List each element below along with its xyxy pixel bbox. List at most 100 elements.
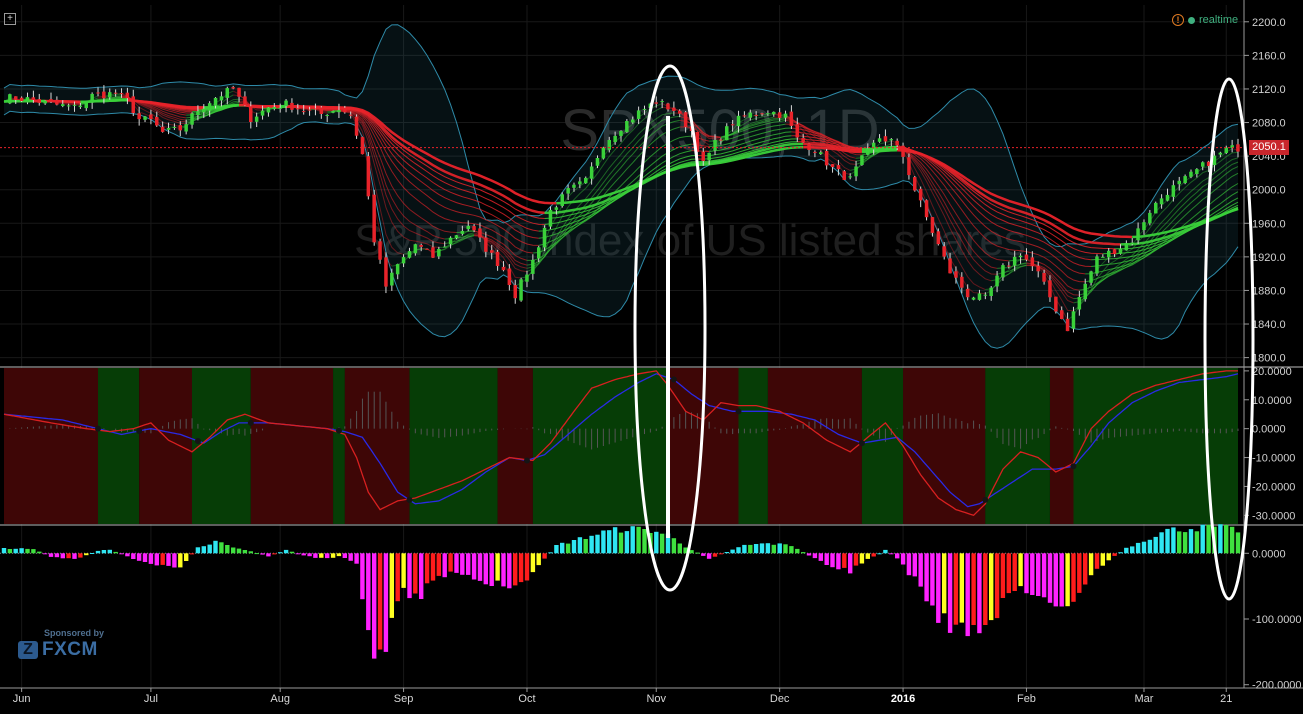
histogram-bar [490,553,494,586]
candle [331,111,335,113]
candle [425,249,429,250]
candle [1125,243,1129,250]
candle [8,94,12,103]
candle [784,114,788,118]
histogram-bar [378,553,382,649]
histogram-bar [231,548,235,554]
candle [678,111,682,114]
candle [989,288,993,296]
histogram-bar [531,553,535,572]
candle [984,295,988,296]
histogram-bar [1230,527,1234,554]
candle [942,246,946,256]
expand-icon[interactable]: + [4,13,16,25]
x-tick-label: Feb [1017,693,1036,705]
histogram-bar [425,553,429,583]
histogram-bar [1118,552,1122,553]
candle [108,92,112,97]
realtime-status: ! realtime [1172,12,1238,28]
candle [884,136,888,141]
histogram-bar [636,527,640,554]
candle [1048,280,1052,297]
candle [396,264,400,274]
histogram-bar [437,553,441,576]
histogram-bar [1201,525,1205,554]
histogram-bar [660,534,664,554]
histogram-bar [1083,553,1087,584]
histogram-panel[interactable] [0,524,1244,658]
histogram-bar [1030,553,1034,595]
candle [1154,203,1158,214]
trend-zone-bull [333,368,345,524]
histogram-bar [360,553,364,599]
candle [848,176,852,177]
histogram-bar [1183,532,1187,553]
trend-zone-bull [410,368,498,524]
candle [214,98,218,106]
candle [519,279,523,300]
candle [325,115,329,116]
histogram-bar [1007,553,1011,593]
candle [631,120,635,123]
histogram-bar [354,553,358,563]
sponsor-block[interactable]: Sponsored by Z FXCM [18,628,104,661]
candle [102,92,106,99]
candle [754,115,758,116]
candle [190,114,194,125]
histogram-bar [219,542,223,553]
histogram-bar [184,553,188,561]
histogram-bar [1195,531,1199,553]
candle [431,247,435,257]
x-tick-label: 21 [1220,693,1232,705]
histogram-bar [707,553,711,559]
candle [320,107,324,114]
candle [419,245,423,247]
histogram-bar [313,553,317,558]
candle [79,106,83,107]
candle [349,115,353,116]
histogram-bar [801,552,805,553]
candle [196,111,200,115]
candle [660,101,664,102]
histogram-bar [872,553,876,556]
histogram-bar [1189,529,1193,553]
histogram-bar [966,553,970,636]
histogram-bar [472,553,476,579]
candle [801,138,805,143]
cross-marker [671,377,677,383]
histogram-bar [977,553,981,633]
histogram-bar [55,553,59,557]
candle [1189,172,1193,177]
candle [555,207,559,210]
candle [931,217,935,233]
cross-marker [95,426,101,432]
trend-zone-bear [1050,368,1074,524]
candle [490,250,494,253]
candle [672,108,676,111]
histogram-bar [1171,527,1175,553]
oscillator-panel[interactable] [0,367,1303,525]
alert-icon[interactable]: ! [1172,14,1184,26]
fxcm-logo-icon: Z [18,641,38,659]
candle [702,152,706,161]
candle [302,111,306,112]
histogram-bar [778,543,782,553]
histogram-bar [419,553,423,599]
cross-marker [859,440,865,446]
histogram-bar [1089,553,1093,575]
histogram-bar [96,551,100,553]
candle [132,96,136,113]
candle [278,108,282,109]
histogram-bar [713,553,717,556]
histogram-bar [1112,553,1116,556]
histogram-bar [1048,553,1052,603]
candle [1007,266,1011,267]
chart-canvas[interactable]: SPX500, 1D S&P 500 index of US listed sh… [0,0,1303,709]
chart-stage[interactable]: SPX500, 1D S&P 500 index of US listed sh… [0,0,1303,709]
trend-zone-bull [985,368,1050,524]
candle [1160,198,1164,204]
histogram-bar [607,530,611,553]
candle [655,102,659,103]
price-panel[interactable] [0,25,1244,349]
candle [126,93,130,98]
